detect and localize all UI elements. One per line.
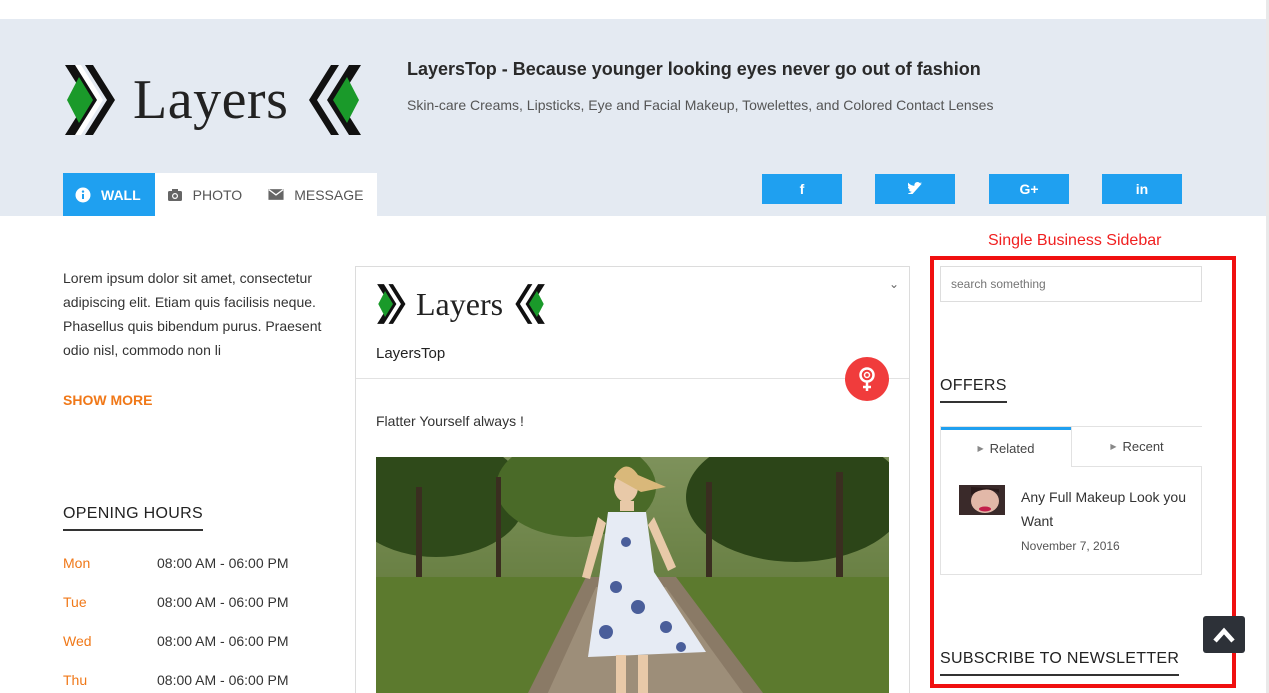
- search-input[interactable]: [940, 266, 1202, 302]
- scroll-to-top-button[interactable]: [1203, 616, 1245, 653]
- logo[interactable]: Layers: [63, 65, 363, 135]
- sidebar-annotation-label: Single Business Sidebar: [988, 232, 1162, 249]
- caret-right-icon: ▶: [977, 444, 984, 453]
- post-logo-right-icon: [515, 284, 545, 324]
- linkedin-button[interactable]: in: [1102, 174, 1182, 204]
- logo-text: Layers: [133, 69, 289, 131]
- hours-time: 08:00 AM - 06:00 PM: [157, 672, 289, 688]
- logo-left-chevrons-icon: [65, 65, 115, 135]
- tab-related-label: Related: [989, 441, 1035, 456]
- post-logo[interactable]: Layers: [376, 283, 551, 325]
- tab-message-label: MESSAGE: [294, 186, 364, 203]
- profile-tabs: WALL PHOTO MESSAGE: [63, 173, 378, 216]
- post-logo-left-icon: [377, 284, 406, 324]
- wall-post: Layers LayersTop ⌄ Flatter Yourself alwa…: [355, 266, 910, 693]
- tab-recent-label: Recent: [1122, 439, 1164, 454]
- logo-right-chevrons-icon: [309, 65, 361, 135]
- offer-thumbnail[interactable]: [959, 485, 1005, 515]
- opening-hours-list: Mon 08:00 AM - 06:00 PM Tue 08:00 AM - 0…: [63, 555, 323, 693]
- hours-day: Thu: [63, 672, 88, 688]
- page: Layers LayersTop - Because younger looki…: [0, 0, 1269, 693]
- hours-day: Tue: [63, 594, 87, 610]
- post-business-name: LayersTop: [376, 345, 446, 362]
- post-text: Flatter Yourself always !: [376, 413, 524, 429]
- hours-row: Thu 08:00 AM - 06:00 PM: [63, 672, 323, 693]
- tab-message[interactable]: MESSAGE: [256, 173, 377, 216]
- tab-photo[interactable]: PHOTO: [155, 173, 257, 216]
- hours-time: 08:00 AM - 06:00 PM: [157, 594, 289, 610]
- google-plus-icon: G+: [1019, 181, 1039, 197]
- hours-row: Mon 08:00 AM - 06:00 PM: [63, 555, 323, 594]
- offers-panel: ▶ Related ▶ Recent Any Full Makeup Look …: [940, 426, 1202, 575]
- google-plus-button[interactable]: G+: [989, 174, 1069, 204]
- chevron-up-icon: [1213, 627, 1235, 643]
- offer-date: November 7, 2016: [1021, 539, 1120, 553]
- newsletter-title: SUBSCRIBE TO NEWSLETTER: [940, 650, 1180, 676]
- twitter-icon: [907, 181, 922, 197]
- opening-hours-title: OPENING HOURS: [63, 505, 203, 531]
- tab-photo-label: PHOTO: [192, 186, 243, 203]
- facebook-button[interactable]: f: [762, 174, 842, 204]
- hours-day: Wed: [63, 633, 92, 649]
- hours-row: Tue 08:00 AM - 06:00 PM: [63, 594, 323, 633]
- camera-icon: [167, 187, 183, 203]
- info-icon: [75, 187, 91, 203]
- caret-right-icon: ▶: [1110, 442, 1117, 451]
- hours-time: 08:00 AM - 06:00 PM: [157, 633, 289, 649]
- chevron-down-icon[interactable]: ⌄: [889, 277, 899, 291]
- hours-day: Mon: [63, 555, 91, 571]
- twitter-button[interactable]: [875, 174, 955, 204]
- envelope-icon: [268, 187, 284, 203]
- facebook-icon: f: [799, 181, 805, 197]
- post-header: Layers LayersTop ⌄: [356, 267, 909, 379]
- business-tagline: LayersTop - Because younger looking eyes…: [407, 59, 981, 79]
- tab-wall-label: WALL: [101, 186, 141, 203]
- linkedin-icon: in: [1135, 181, 1149, 197]
- post-logo-text: Layers: [416, 286, 504, 322]
- business-subtitle: Skin-care Creams, Lipsticks, Eye and Fac…: [407, 97, 994, 113]
- business-description: Lorem ipsum dolor sit amet, consectetur …: [63, 270, 322, 358]
- female-gender-icon: [845, 357, 889, 401]
- show-more-link[interactable]: SHOW MORE: [63, 392, 152, 408]
- tab-recent[interactable]: ▶ Recent: [1071, 427, 1202, 467]
- post-photo[interactable]: [376, 457, 889, 693]
- business-header: Layers LayersTop - Because younger looki…: [0, 19, 1266, 216]
- offers-title: OFFERS: [940, 377, 1007, 403]
- hours-row: Wed 08:00 AM - 06:00 PM: [63, 633, 323, 672]
- tab-related[interactable]: ▶ Related: [941, 427, 1071, 467]
- hours-time: 08:00 AM - 06:00 PM: [157, 555, 289, 571]
- tab-wall[interactable]: WALL: [63, 173, 155, 216]
- offer-title-link[interactable]: Any Full Makeup Look you Want: [1021, 485, 1191, 533]
